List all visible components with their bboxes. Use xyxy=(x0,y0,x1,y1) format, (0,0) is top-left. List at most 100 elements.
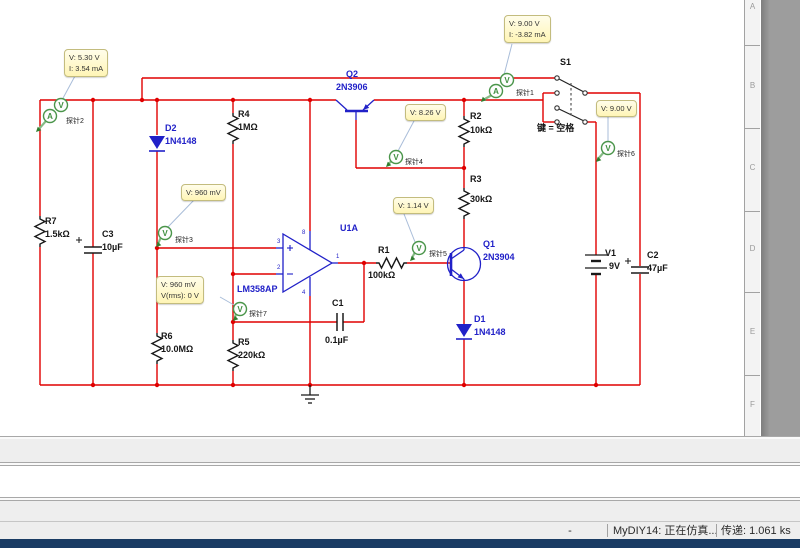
label-s1-key[interactable]: 键 = 空格 xyxy=(537,124,574,133)
probe-6[interactable]: V xyxy=(596,142,615,163)
svg-text:A: A xyxy=(47,112,53,121)
diode-d2-symbol[interactable] xyxy=(149,136,165,151)
label-c1-value[interactable]: 0.1µF xyxy=(325,336,348,345)
label-c2-value[interactable]: 47µF xyxy=(647,264,668,273)
label-r2-value[interactable]: 10kΩ xyxy=(470,126,492,135)
label-v1-ref[interactable]: V1 xyxy=(605,249,616,258)
probe-1-name[interactable]: 探针1 xyxy=(516,90,534,97)
label-q1-ref[interactable]: Q1 xyxy=(483,240,495,249)
schematic-sheet[interactable]: V A V A V V xyxy=(0,0,745,436)
probe-readout-line: I: 3.54 mA xyxy=(69,63,103,74)
label-r3-ref[interactable]: R3 xyxy=(470,175,482,184)
status-coordinate-field: - xyxy=(560,526,580,537)
probe-7-name[interactable]: 探针7 xyxy=(249,311,267,318)
resistor-r4-symbol[interactable] xyxy=(228,113,238,144)
label-r2-ref[interactable]: R2 xyxy=(470,112,482,121)
svg-text:V: V xyxy=(416,244,422,253)
label-q2-ref[interactable]: Q2 xyxy=(346,70,358,79)
sheet-border-line xyxy=(744,0,745,436)
probe-readout-line: V: 960 mV xyxy=(161,279,199,290)
label-c3-ref[interactable]: C3 xyxy=(102,230,114,239)
label-q1-value[interactable]: 2N3904 xyxy=(483,253,515,262)
label-r1-value[interactable]: 100kΩ xyxy=(368,271,395,280)
svg-text:V: V xyxy=(605,144,611,153)
probe-1-readout[interactable]: V: 9.00 V I: -3.82 mA xyxy=(504,15,551,43)
svg-text:V: V xyxy=(504,76,510,85)
label-r6-value[interactable]: 10.0MΩ xyxy=(161,345,193,354)
probe-readout-line: V: 1.14 V xyxy=(398,200,429,211)
ruler-letter-e: E xyxy=(745,328,760,336)
label-d2-ref[interactable]: D2 xyxy=(165,124,177,133)
battery-v1-symbol[interactable] xyxy=(585,255,607,274)
resistor-r2-symbol[interactable] xyxy=(459,116,469,147)
label-c1-ref[interactable]: C1 xyxy=(332,299,344,308)
resistor-r5-symbol[interactable] xyxy=(228,340,238,371)
label-v1-value[interactable]: 9V xyxy=(609,262,620,271)
resistor-r1-symbol[interactable] xyxy=(376,258,407,268)
pin-number-noninverting: 3 xyxy=(277,239,280,245)
probe-6-name[interactable]: 探针6 xyxy=(617,151,635,158)
collapsed-panel[interactable] xyxy=(0,439,800,462)
label-r7-value[interactable]: 1.5kΩ xyxy=(45,230,70,239)
capacitor-c2-symbol[interactable] xyxy=(625,258,649,273)
ruler-letter-a: A xyxy=(745,3,760,11)
label-r5-value[interactable]: 220kΩ xyxy=(238,351,265,360)
status-bar-upper xyxy=(0,501,800,521)
probe-5-readout[interactable]: V: 1.14 V xyxy=(393,197,434,214)
probe-2-name[interactable]: 探针2 xyxy=(66,118,84,125)
label-r5-ref[interactable]: R5 xyxy=(238,338,250,347)
transistor-q2-symbol[interactable] xyxy=(336,100,374,120)
taskbar-edge xyxy=(0,539,800,548)
opamp-u1a-symbol[interactable] xyxy=(276,231,338,296)
probe-readout-line: V: 960 mV xyxy=(186,187,221,198)
pin-number-inverting: 2 xyxy=(277,265,280,271)
label-d1-value[interactable]: 1N4148 xyxy=(474,328,506,337)
svg-text:A: A xyxy=(493,87,499,96)
multisim-window: V A V A V V xyxy=(0,0,800,548)
probe-2[interactable]: V A xyxy=(36,99,68,133)
label-d2-value[interactable]: 1N4148 xyxy=(165,137,197,146)
svg-text:V: V xyxy=(237,305,243,314)
pin-number-vminus: 4 xyxy=(302,290,305,296)
status-divider xyxy=(716,524,717,537)
pin-number-output: 1 xyxy=(336,254,339,260)
probe-6-readout[interactable]: V: 9.00 V xyxy=(596,100,637,117)
ground-symbol[interactable] xyxy=(301,385,319,403)
label-u1a-ref[interactable]: U1A xyxy=(340,224,358,233)
label-r3-value[interactable]: 30kΩ xyxy=(470,195,492,204)
resistor-r3-symbol[interactable] xyxy=(459,188,469,219)
ruler-divider xyxy=(745,211,760,212)
probe-7-readout[interactable]: V: 960 mV V(rms): 0 V xyxy=(156,276,204,304)
probe-4-name[interactable]: 探针4 xyxy=(405,159,423,166)
label-d1-ref[interactable]: D1 xyxy=(474,315,486,324)
probe-3[interactable]: V xyxy=(156,227,172,248)
status-transient-time: 传递: 1.061 ks xyxy=(721,526,791,537)
probe-3-readout[interactable]: V: 960 mV xyxy=(181,184,226,201)
label-r4-ref[interactable]: R4 xyxy=(238,110,250,119)
pin-number-vplus: 8 xyxy=(302,230,305,236)
probe-3-name[interactable]: 探针3 xyxy=(175,237,193,244)
probe-5[interactable]: V xyxy=(410,242,426,262)
label-u1a-value[interactable]: LM358AP xyxy=(237,285,278,294)
probe-4[interactable]: V xyxy=(386,151,403,168)
probe-5-name[interactable]: 探针5 xyxy=(429,251,447,258)
label-r7-ref[interactable]: R7 xyxy=(45,217,57,226)
spreadsheet-view-panel[interactable] xyxy=(0,466,800,497)
probe-2-readout[interactable]: V: 5.30 V I: 3.54 mA xyxy=(64,49,108,77)
probe-4-readout[interactable]: V: 8.26 V xyxy=(405,104,446,121)
label-s1-ref[interactable]: S1 xyxy=(560,58,571,67)
resistor-r7-symbol[interactable] xyxy=(35,216,45,247)
transistor-q1-symbol[interactable] xyxy=(448,248,481,282)
label-c2-ref[interactable]: C2 xyxy=(647,251,659,260)
probe-7[interactable]: V xyxy=(233,303,247,322)
probe-readout-line: V: 9.00 V xyxy=(509,18,546,29)
label-r6-ref[interactable]: R6 xyxy=(161,332,173,341)
label-r4-value[interactable]: 1MΩ xyxy=(238,123,258,132)
label-r1-ref[interactable]: R1 xyxy=(378,246,390,255)
diode-d1-symbol[interactable] xyxy=(456,324,472,339)
label-c3-value[interactable]: 10µF xyxy=(102,243,123,252)
switch-s1-symbol[interactable] xyxy=(555,76,587,124)
label-q2-value[interactable]: 2N3906 xyxy=(336,83,368,92)
capacitor-c1-symbol[interactable] xyxy=(337,313,343,331)
capacitor-c3-symbol[interactable] xyxy=(76,237,102,253)
